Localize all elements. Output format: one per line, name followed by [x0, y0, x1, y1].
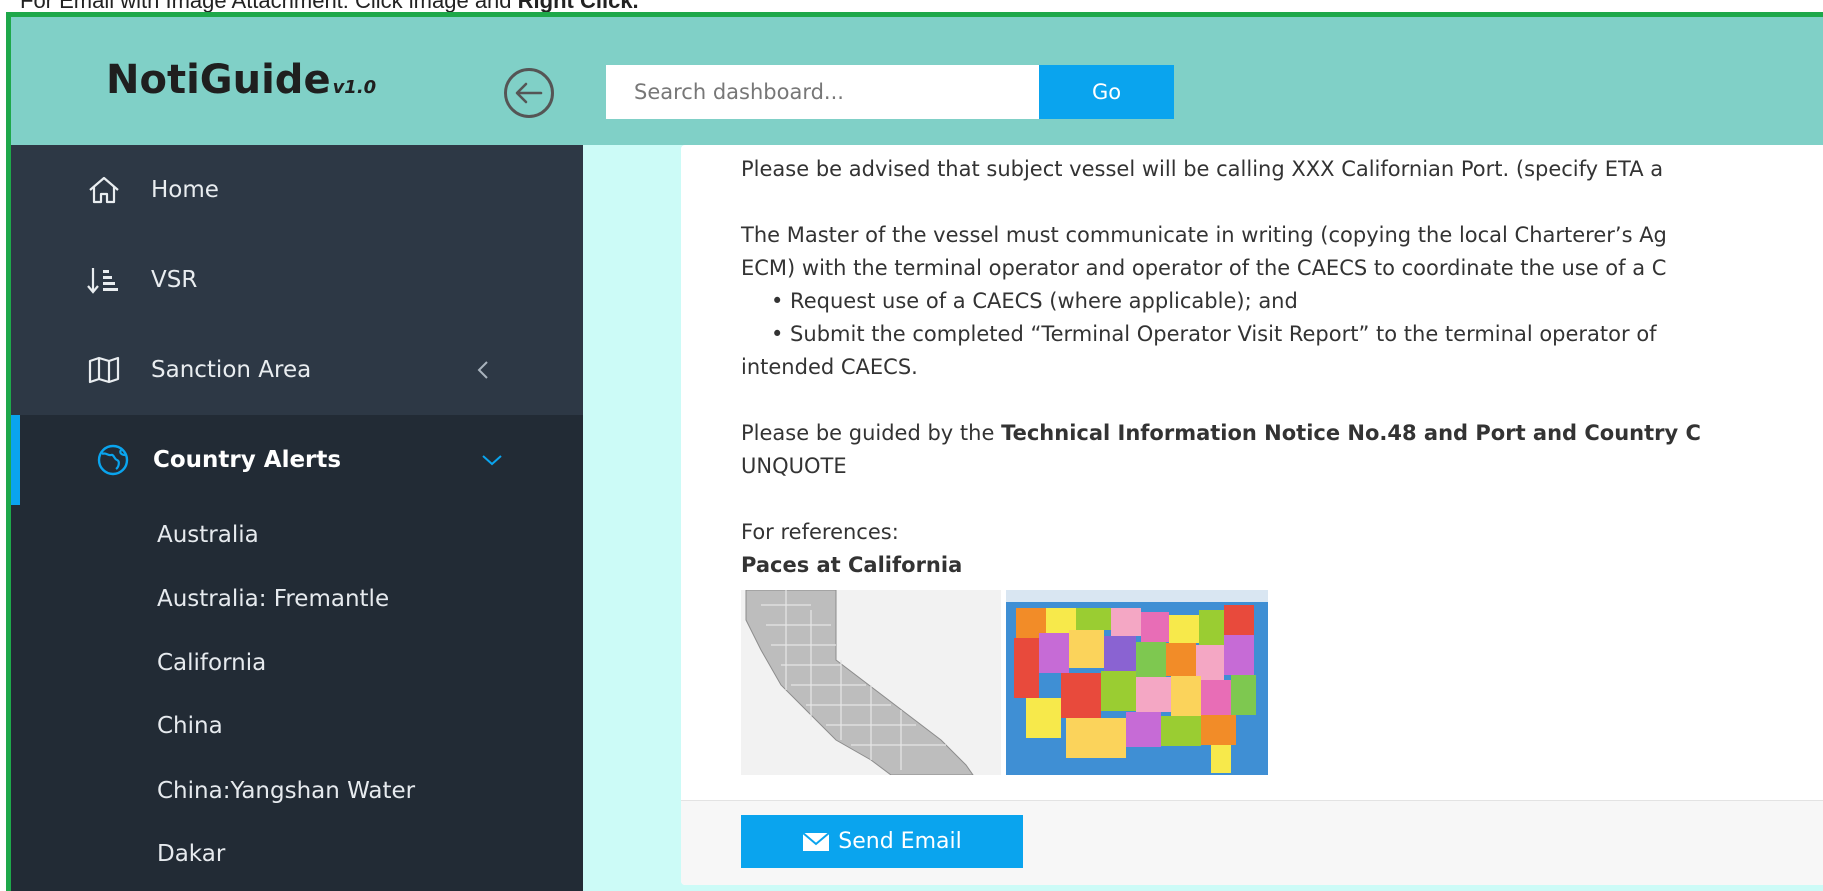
- submenu-item-dakar[interactable]: Dakar: [157, 841, 225, 867]
- submenu-item-china[interactable]: China: [157, 713, 223, 739]
- search-go-button[interactable]: Go: [1039, 65, 1174, 119]
- top-header: NotiGuidev1.0 Go: [11, 17, 1823, 145]
- sidebar-item-home[interactable]: Home: [11, 145, 583, 235]
- arrow-left-icon: [515, 82, 543, 104]
- caption-text: For Email with Image Attachment: Click i…: [20, 0, 518, 12]
- bullet-line: • Submit the completed “Terminal Operato…: [771, 322, 1657, 346]
- california-map-image[interactable]: [741, 590, 1001, 775]
- email-body: Please be advised that subject vessel wi…: [741, 153, 1823, 582]
- caption-bold-text: Right Click.: [518, 0, 639, 12]
- submenu-item-china-yangshan-water[interactable]: China:Yangshan Water: [157, 778, 415, 804]
- us-states-map-image[interactable]: [1006, 590, 1268, 775]
- submenu-item-california[interactable]: California: [157, 650, 266, 676]
- guided-bold-text: Technical Information Notice No.48 and P…: [1001, 421, 1701, 445]
- sidebar-item-vsr[interactable]: VSR: [11, 235, 583, 325]
- places-heading: Paces at California: [741, 553, 963, 577]
- bullet-line: • Request use of a CAECS (where applicab…: [771, 289, 1298, 313]
- references-label: For references:: [741, 520, 899, 544]
- email-preview-card: Please be advised that subject vessel wi…: [681, 145, 1823, 885]
- brand-version: v1.0: [332, 77, 377, 98]
- home-icon: [85, 173, 123, 207]
- body-line: The Master of the vessel must communicat…: [741, 223, 1667, 247]
- send-email-label: Send Email: [838, 829, 962, 854]
- brand-logo[interactable]: NotiGuide v1.0: [106, 57, 376, 103]
- instruction-caption: For Email with Image Attachment: Click i…: [20, 0, 639, 12]
- sidebar-item-label: VSR: [151, 267, 198, 293]
- guided-line: Please be guided by the Technical Inform…: [741, 417, 1823, 450]
- chevron-left-icon: [471, 358, 495, 382]
- sidebar-item-label: Home: [151, 177, 219, 203]
- search-input[interactable]: [606, 65, 1039, 119]
- app-window: NotiGuidev1.0 Go Home VSR Sancti: [6, 12, 1823, 891]
- collapse-sidebar-button[interactable]: [504, 68, 554, 118]
- submenu-item-australia[interactable]: Australia: [157, 522, 259, 548]
- map-icon: [85, 353, 123, 387]
- submenu-item-australia-fremantle[interactable]: Australia: Fremantle: [157, 586, 389, 612]
- chevron-down-icon: [480, 448, 504, 472]
- sidebar: Home VSR Sanction Area Country Alerts Au…: [11, 145, 583, 891]
- brand-name: NotiGuide: [106, 57, 331, 103]
- guided-text: Please be guided by the: [741, 421, 1002, 445]
- send-email-button[interactable]: Send Email: [741, 815, 1023, 868]
- sidebar-item-sanction-area[interactable]: Sanction Area: [11, 325, 583, 415]
- body-line: ECM) with the terminal operator and oper…: [741, 256, 1667, 280]
- attachment-images: [741, 590, 1268, 775]
- envelope-icon: [802, 831, 830, 851]
- sidebar-item-label: Sanction Area: [151, 357, 312, 383]
- sort-icon: [85, 263, 123, 297]
- body-line: Please be advised that subject vessel wi…: [741, 157, 1664, 181]
- sidebar-item-country-alerts[interactable]: Country Alerts: [11, 415, 583, 505]
- globe-icon: [94, 443, 132, 477]
- body-line: intended CAECS.: [741, 355, 918, 379]
- sidebar-item-label: Country Alerts: [153, 447, 342, 473]
- unquote-line: UNQUOTE: [741, 454, 847, 478]
